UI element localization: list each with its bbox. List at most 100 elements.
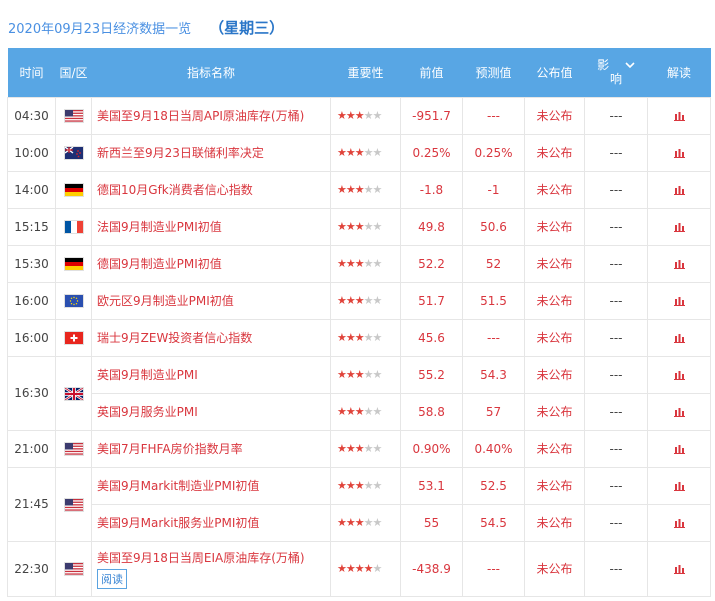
interpret-cell[interactable] [647, 503, 711, 542]
influence-value: --- [584, 503, 648, 542]
bar-chart-icon[interactable] [673, 331, 685, 345]
table-row: 14:00 德国10月Gfk消费者信心指数 ★★★★★ -1.8 -1 未公布 … [7, 170, 711, 209]
interpret-cell[interactable] [647, 133, 711, 172]
table-row: 英国9月服务业PMI ★★★★★ 58.8 57 未公布 --- [8, 392, 711, 431]
weekday-label: （星期三） [209, 18, 285, 37]
indicator-name[interactable]: 美国7月FHFA房价指数月率 [91, 429, 331, 468]
interpret-cell[interactable] [647, 540, 711, 597]
bar-chart-icon[interactable] [673, 562, 685, 576]
bar-chart-icon[interactable] [673, 220, 685, 234]
star-icon: ★★★ [337, 294, 365, 307]
bar-chart-icon[interactable] [673, 257, 685, 271]
indicator-name[interactable]: 美国至9月18日当周EIA原油库存(万桶) [97, 549, 330, 566]
forecast-value: 0.25% [462, 133, 525, 172]
interpret-cell[interactable] [647, 392, 711, 431]
importance-stars: ★★★★★ [330, 540, 401, 597]
time-cell: 21:00 [7, 429, 56, 468]
actual-value: 未公布 [524, 170, 585, 209]
ch-flag-icon [64, 332, 83, 344]
time-cell: 10:00 [7, 133, 56, 172]
actual-value: 未公布 [524, 133, 585, 172]
time-cell: 16:00 [7, 281, 56, 320]
star-icon: ★★★★ [337, 562, 373, 575]
indicator-name[interactable]: 欧元区9月制造业PMI初值 [91, 281, 331, 320]
previous-value: 0.90% [400, 429, 463, 468]
indicator-name[interactable]: 英国9月制造业PMI [91, 355, 331, 394]
interpret-cell[interactable] [647, 281, 711, 320]
star-empty-icon: ★★ [363, 368, 383, 381]
bar-chart-icon[interactable] [673, 405, 685, 419]
star-empty-icon: ★★ [363, 109, 383, 122]
influence-value: --- [584, 466, 648, 505]
table-row: 21:45 美国9月Markit制造业PMI初值 ★★★★★ 53.1 52.5… [7, 466, 711, 542]
importance-stars: ★★★★★ [330, 207, 401, 246]
indicator-name[interactable]: 美国9月Markit制造业PMI初值 [91, 466, 331, 505]
interpret-cell[interactable] [647, 355, 711, 394]
indicator-name[interactable]: 德国10月Gfk消费者信心指数 [91, 170, 331, 209]
fr-flag-icon [64, 221, 83, 233]
actual-value: 未公布 [524, 281, 585, 320]
star-empty-icon: ★★ [363, 331, 383, 344]
importance-stars: ★★★★★ [330, 392, 401, 431]
indicator-name[interactable]: 英国9月服务业PMI [91, 392, 331, 431]
star-icon: ★★★ [337, 146, 365, 159]
influence-value: --- [584, 540, 648, 597]
influence-value: --- [584, 207, 648, 246]
table-row: 22:30 美国至9月18日当周EIA原油库存(万桶) 阅读 ★★★★★ -43… [7, 540, 711, 597]
indicator-name[interactable]: 美国9月Markit服务业PMI初值 [91, 503, 331, 542]
table-header: 时间 国/区 指标名称 重要性 前值 预测值 公布值 影 响 解读 [7, 48, 711, 97]
bar-chart-icon[interactable] [673, 442, 685, 456]
table-row: 16:00 欧元区9月制造业PMI初值 ★★★★★ 51.7 51.5 未公布 … [7, 281, 711, 320]
bar-chart-icon[interactable] [673, 146, 685, 160]
header-influence-bottom: 响 [609, 72, 622, 87]
importance-stars: ★★★★★ [330, 318, 401, 357]
table-row: 15:30 德国9月制造业PMI初值 ★★★★★ 52.2 52 未公布 --- [7, 244, 711, 283]
us-flag-icon [64, 443, 83, 455]
country-cell [55, 429, 92, 468]
interpret-cell[interactable] [647, 466, 711, 505]
influence-dropdown[interactable]: 影 响 [597, 58, 635, 86]
influence-value: --- [584, 170, 648, 209]
importance-stars: ★★★★★ [330, 96, 401, 135]
interpret-cell[interactable] [647, 318, 711, 357]
actual-value: 未公布 [524, 392, 585, 431]
country-cell [55, 540, 92, 597]
header-time: 时间 [19, 65, 44, 80]
actual-value: 未公布 [524, 244, 585, 283]
time-cell: 04:30 [7, 96, 56, 135]
star-icon: ★★★ [337, 183, 365, 196]
indicator-name[interactable]: 新西兰至9月23日联储利率决定 [91, 133, 331, 172]
star-empty-icon: ★★ [363, 183, 383, 196]
indicator-name[interactable]: 美国至9月18日当周API原油库存(万桶) [91, 96, 331, 135]
forecast-value: 54.5 [462, 503, 525, 542]
forecast-value: 50.6 [462, 207, 525, 246]
interpret-cell[interactable] [647, 429, 711, 468]
bar-chart-icon[interactable] [673, 516, 685, 530]
influence-value: --- [584, 133, 648, 172]
indicator-name[interactable]: 德国9月制造业PMI初值 [91, 244, 331, 283]
bar-chart-icon[interactable] [673, 183, 685, 197]
actual-value: 未公布 [524, 429, 585, 468]
indicator-name[interactable]: 法国9月制造业PMI初值 [91, 207, 331, 246]
importance-stars: ★★★★★ [330, 133, 401, 172]
bar-chart-icon[interactable] [673, 479, 685, 493]
bar-chart-icon[interactable] [673, 368, 685, 382]
previous-value: 0.25% [400, 133, 463, 172]
interpret-cell[interactable] [647, 207, 711, 246]
interpret-cell[interactable] [647, 170, 711, 209]
indicator-name[interactable]: 瑞士9月ZEW投资者信心指数 [91, 318, 331, 357]
interpret-cell[interactable] [647, 244, 711, 283]
star-empty-icon: ★★ [363, 479, 383, 492]
forecast-value: 52 [462, 244, 525, 283]
header-importance[interactable]: 重要性 [331, 48, 401, 97]
header-actual: 公布值 [536, 65, 573, 80]
header-influence[interactable]: 影 响 [585, 48, 648, 97]
bar-chart-icon[interactable] [673, 294, 685, 308]
eu-flag-icon [64, 295, 83, 307]
interpret-cell[interactable] [647, 96, 711, 135]
previous-value: 51.7 [400, 281, 463, 320]
actual-value: 未公布 [524, 540, 585, 597]
bar-chart-icon[interactable] [673, 109, 685, 123]
influence-value: --- [584, 281, 648, 320]
read-button[interactable]: 阅读 [97, 568, 127, 589]
